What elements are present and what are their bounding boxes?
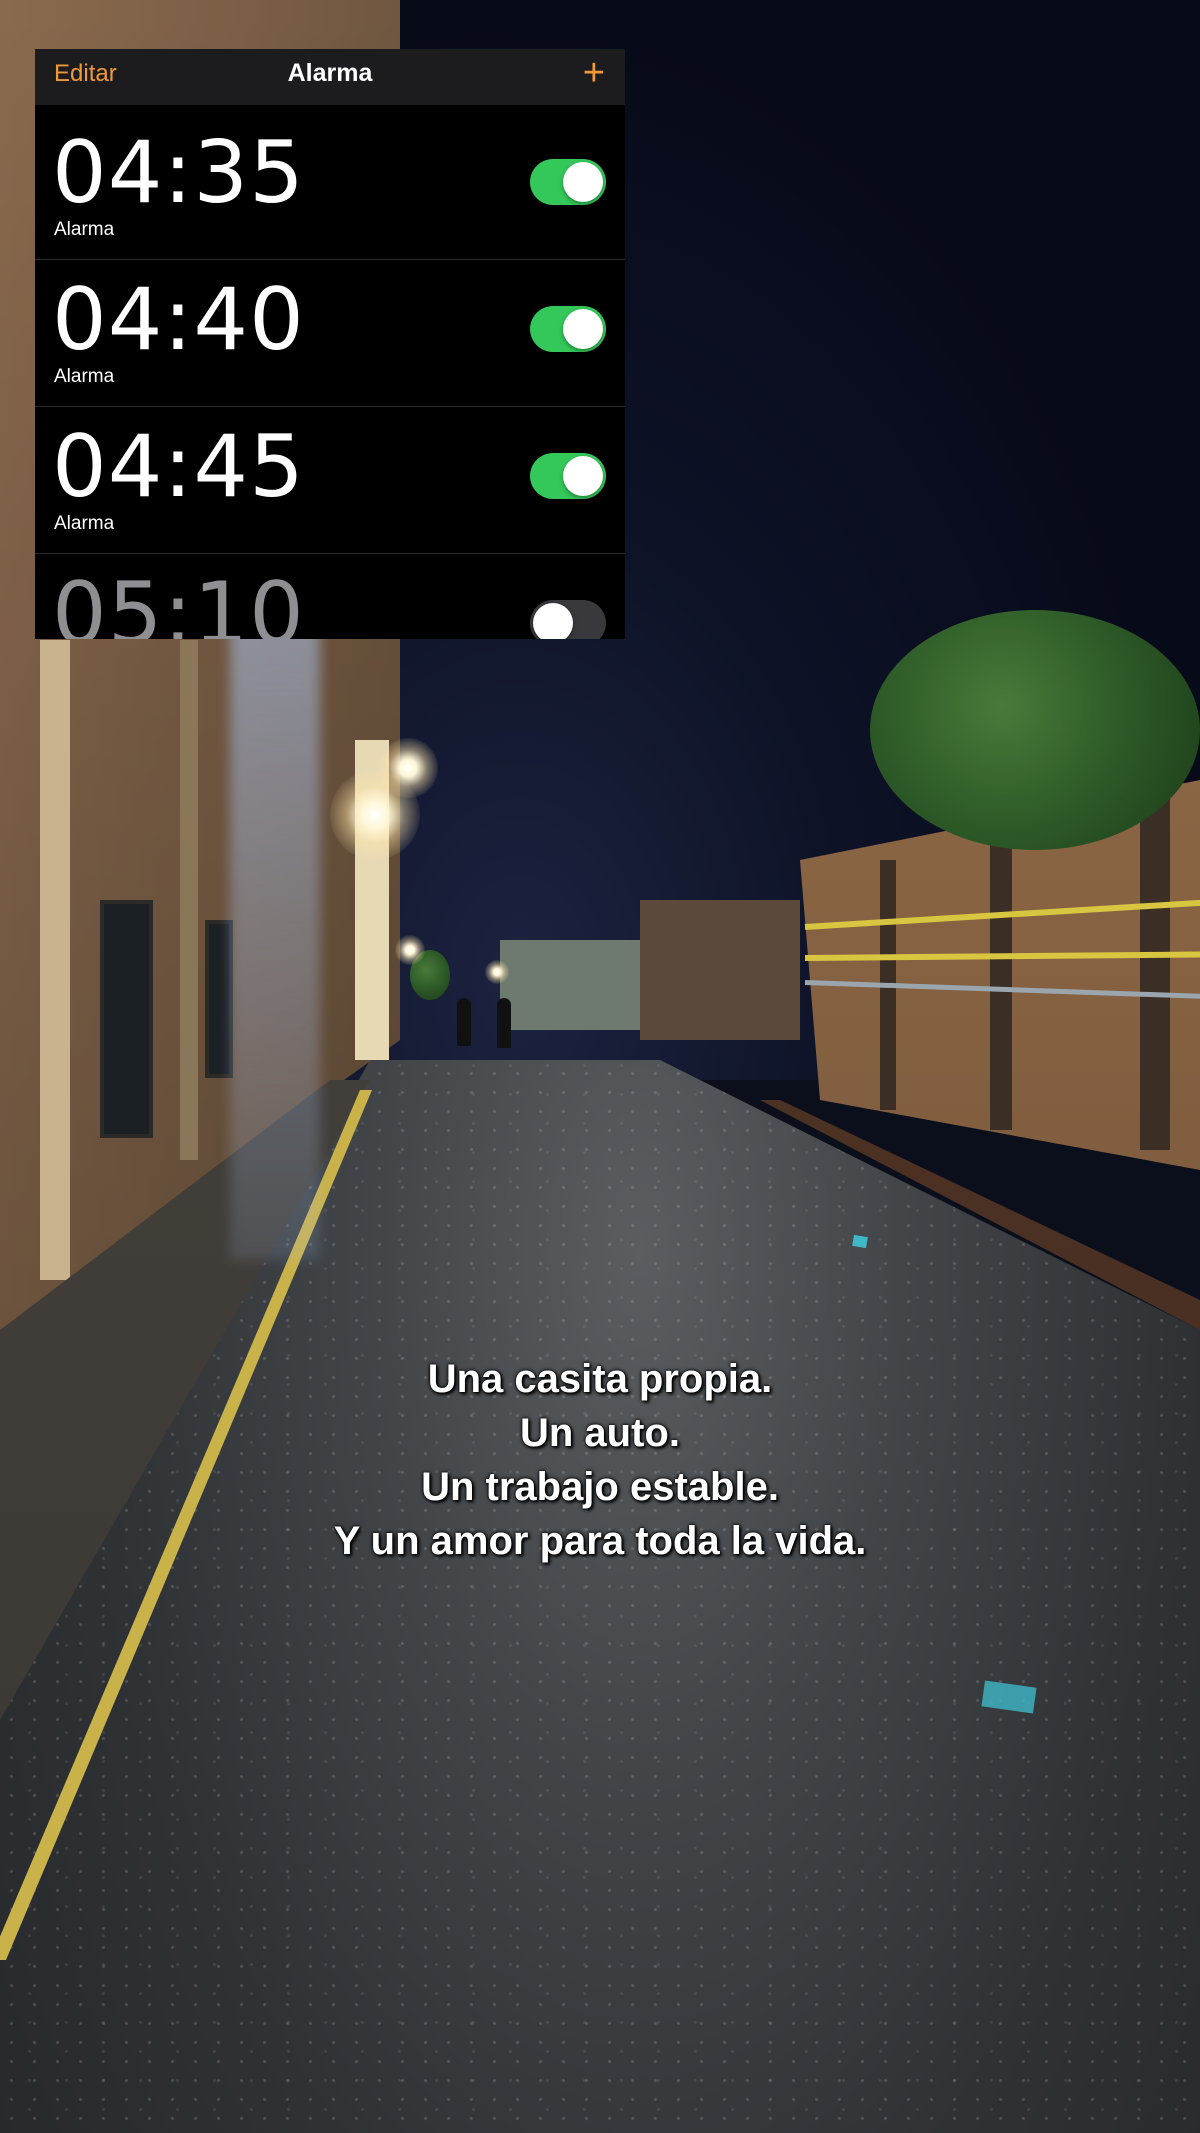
toggle-knob (563, 456, 603, 496)
alarm-header: Editar Alarma + (35, 49, 625, 105)
distant-building (500, 940, 640, 1030)
person-silhouette (497, 998, 511, 1048)
caption-line: Un auto. (520, 1411, 680, 1455)
tree (870, 610, 1200, 850)
person-silhouette (457, 998, 471, 1046)
alarm-label: Alarma (54, 219, 115, 240)
alarm-time: 04:40 (52, 270, 305, 370)
alarm-time: 04:45 (52, 417, 305, 517)
alarm-label: Alarma (54, 513, 115, 534)
window (205, 920, 233, 1078)
alarm-time: 04:35 (52, 123, 305, 223)
alarm-row[interactable]: 04:40 Alarma (35, 260, 625, 407)
building-pillar (40, 640, 70, 1280)
alarm-toggle[interactable] (530, 453, 606, 499)
alarm-app-screenshot: Editar Alarma + 04:35 Alarma 04:40 Alarm… (35, 49, 625, 639)
distant-building (640, 900, 800, 1040)
toggle-knob (563, 309, 603, 349)
alarm-label: Alarma (54, 366, 115, 387)
caption-line: Una casita propia. (427, 1357, 773, 1401)
caption-text: Una casita propia. Un auto. Un trabajo e… (0, 1352, 1200, 1568)
toggle-knob (533, 603, 573, 639)
alarm-toggle[interactable] (530, 600, 606, 639)
street-lamp (378, 738, 438, 798)
alarm-row[interactable]: 05:10 (35, 554, 625, 639)
toggle-knob (563, 162, 603, 202)
caption-line: Y un amor para toda la vida. (333, 1519, 867, 1563)
wall-post (1140, 770, 1170, 1150)
cyan-light-spot (852, 1234, 868, 1249)
window (100, 900, 153, 1138)
alarm-row[interactable]: 04:45 Alarma (35, 407, 625, 554)
alarm-toggle[interactable] (530, 306, 606, 352)
wall-post (990, 820, 1012, 1130)
street-lamp (395, 935, 425, 965)
alarm-toggle[interactable] (530, 159, 606, 205)
alarm-time: 05:10 (52, 564, 305, 639)
page-title: Alarma (287, 59, 373, 87)
street-lamp (485, 960, 509, 984)
lens-glare (230, 620, 320, 1260)
alarm-row[interactable]: 04:35 Alarma (35, 113, 625, 260)
caption-line: Un trabajo estable. (421, 1465, 779, 1509)
add-alarm-button[interactable]: + (583, 53, 605, 93)
building-pillar (180, 640, 198, 1160)
